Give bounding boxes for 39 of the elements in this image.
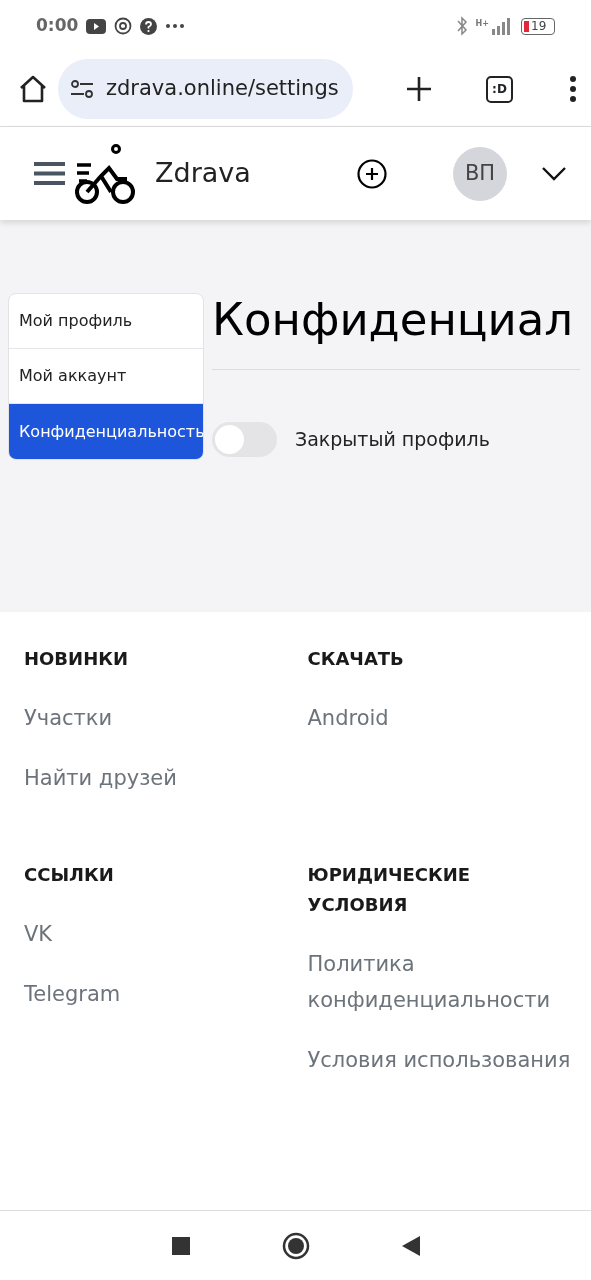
network-type: H+ (475, 18, 489, 30)
brand-name[interactable]: Zdrava (155, 153, 251, 194)
signal-icon (491, 17, 513, 35)
site-settings-icon[interactable] (70, 79, 94, 99)
recents-button-icon[interactable] (171, 1236, 190, 1255)
tab-switcher[interactable]: :D (486, 75, 513, 103)
footer-link[interactable]: Telegram (24, 976, 292, 1012)
more-icon[interactable] (569, 76, 577, 102)
plus-icon[interactable] (406, 76, 432, 102)
page-title: Конфиденциал (212, 293, 575, 347)
settings-menu-item[interactable]: Конфиденциальность (9, 404, 203, 459)
settings-menu-item[interactable]: Мой профиль (9, 294, 203, 349)
footer-heading: ЮРИДИЧЕСКИЕ УСЛОВИЯ (307, 863, 472, 917)
chevron-down-icon[interactable] (541, 165, 567, 182)
footer-heading: НОВИНКИ (24, 647, 129, 671)
home-button-icon[interactable] (281, 1231, 310, 1260)
footer-link[interactable]: VK (24, 916, 292, 952)
battery-indicator: 19 (521, 17, 555, 35)
toggle-switch[interactable] (212, 422, 277, 457)
footer-link[interactable]: Android (307, 700, 575, 736)
toggle-label: Закрытый профиль (295, 427, 490, 453)
help-icon (140, 17, 158, 35)
menu-icon[interactable] (34, 161, 65, 186)
footer-link[interactable]: Найти друзей (24, 760, 292, 796)
avatar[interactable]: ВП (453, 146, 507, 201)
video-icon (86, 18, 107, 34)
bicycle-logo-icon[interactable] (75, 142, 137, 205)
footer-heading: ССЫЛКИ (24, 863, 115, 887)
footer-link[interactable]: Условия использования (307, 1042, 575, 1078)
footer-link[interactable]: Политика конфиденциальности (307, 946, 575, 1018)
footer-heading: СКАЧАТЬ (307, 647, 405, 671)
add-icon[interactable] (357, 158, 387, 189)
clock: 0:00 (36, 14, 79, 38)
more-icon (165, 23, 186, 29)
back-button-icon[interactable] (401, 1235, 420, 1256)
home-icon[interactable] (18, 74, 48, 104)
bluetooth-icon (455, 16, 468, 36)
footer-link[interactable]: Участки (24, 700, 292, 736)
address-bar[interactable]: zdrava.online/settings (58, 59, 353, 119)
